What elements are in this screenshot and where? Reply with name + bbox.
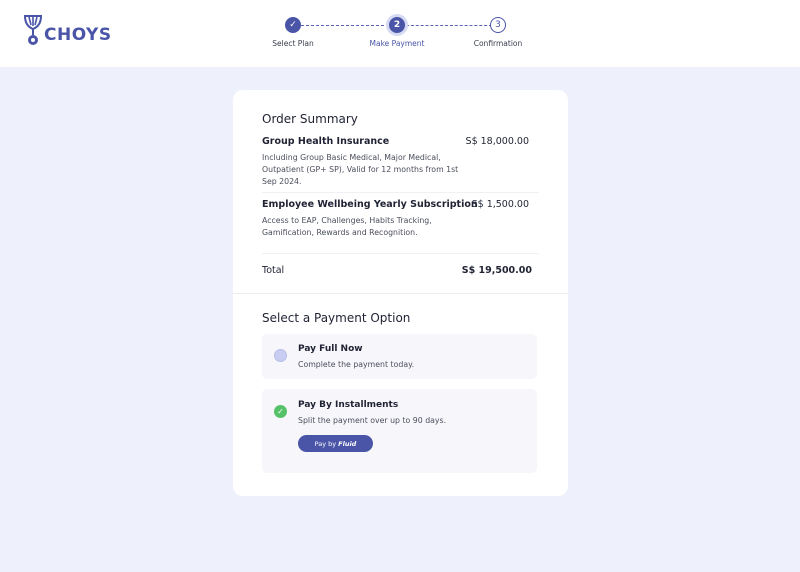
- fluid-brand-label: Fluid: [338, 439, 357, 448]
- checkout-card: Order Summary Group Health Insurance S$ …: [233, 90, 568, 496]
- order-item: Employee Wellbeing Yearly Subscription S…: [262, 199, 539, 239]
- total-value: S$ 19,500.00: [461, 265, 532, 276]
- payment-option-installments[interactable]: ✓ Pay By Installments Split the payment …: [262, 389, 537, 473]
- pay-by-fluid-button[interactable]: Pay by Fluid: [298, 435, 373, 452]
- total-row: Total S$ 19,500.00: [262, 265, 539, 276]
- option-description: Split the payment over up to 90 days.: [298, 416, 447, 425]
- pay-button-prefix: Pay by: [314, 439, 337, 448]
- payment-option-title: Select a Payment Option: [262, 311, 411, 325]
- checkout-stepper: ✓ Select Plan 2 Make Payment 3 Confirmat…: [0, 0, 800, 67]
- item-description: Access to EAP, Challenges, Habits Tracki…: [262, 216, 432, 238]
- step-number: 2: [389, 17, 405, 33]
- radio-unselected-icon[interactable]: [274, 349, 287, 362]
- item-description: Including Group Basic Medical, Major Med…: [262, 153, 459, 187]
- step-number: 3: [490, 17, 506, 33]
- step-select-plan[interactable]: ✓ Select Plan: [233, 17, 353, 48]
- item-price: S$ 18,000.00: [465, 136, 529, 147]
- order-item: Group Health Insurance S$ 18,000.00 Incl…: [262, 136, 539, 189]
- check-icon: ✓: [285, 17, 301, 33]
- divider: [262, 253, 539, 254]
- order-summary-title: Order Summary: [262, 112, 358, 126]
- option-title: Pay Full Now: [298, 344, 363, 354]
- step-label: Select Plan: [272, 39, 314, 48]
- step-label: Make Payment: [369, 39, 425, 48]
- radio-checked-icon[interactable]: ✓: [274, 405, 287, 418]
- divider: [262, 192, 539, 193]
- top-bar: CHOYS ✓ Select Plan 2 Make Payment 3 Con…: [0, 0, 800, 67]
- step-label: Confirmation: [473, 39, 523, 48]
- step-confirmation[interactable]: 3 Confirmation: [438, 17, 558, 48]
- option-title: Pay By Installments: [298, 400, 399, 410]
- option-description: Complete the payment today.: [298, 360, 415, 369]
- item-price: S$ 1,500.00: [471, 199, 529, 210]
- payment-option-full[interactable]: Pay Full Now Complete the payment today.: [262, 334, 537, 379]
- section-divider: [233, 293, 568, 294]
